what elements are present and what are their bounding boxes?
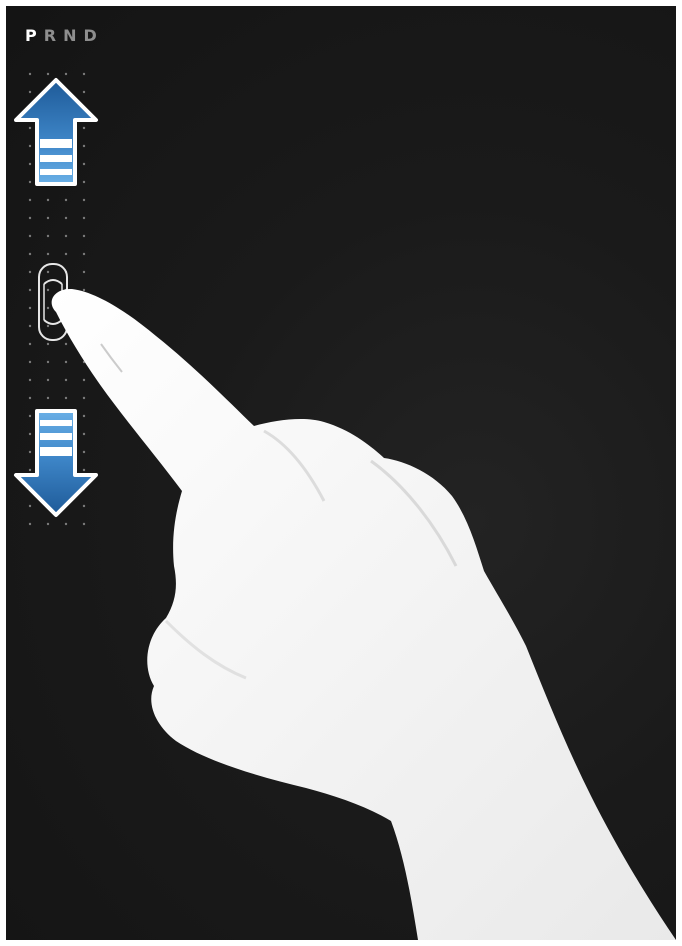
track-dot [64,198,68,202]
track-dot [46,522,50,526]
track-dot [64,342,68,346]
track-dot [46,198,50,202]
hand-image [51,288,676,940]
track-dot [82,378,86,382]
track-dot [28,72,32,76]
track-dot [64,522,68,526]
track-dot [46,360,50,364]
screen: P R N D [6,6,676,940]
track-dot [82,270,86,274]
track-dot [82,216,86,220]
track-dot [64,216,68,220]
track-dot [82,288,86,292]
gear-n[interactable]: N [63,26,78,45]
track-dot [28,306,32,310]
track-dot [82,72,86,76]
track-dot [82,522,86,526]
track-dot [28,378,32,382]
track-dot [64,378,68,382]
track-dot [82,306,86,310]
track-dot [82,360,86,364]
track-dot [64,396,68,400]
track-dot [28,252,32,256]
track-dot [82,342,86,346]
track-dot [28,216,32,220]
car-icon [38,263,68,341]
track-dot [64,252,68,256]
track-dot [28,342,32,346]
track-dot [28,198,32,202]
track-dot [82,252,86,256]
track-dot [82,396,86,400]
track-dot [46,378,50,382]
gear-indicator: P R N D [25,26,99,45]
track-dot [46,72,50,76]
gear-p[interactable]: P [25,26,39,45]
shift-down-button[interactable] [13,408,99,518]
hand-photo [6,6,676,940]
car-icon-wrapper[interactable] [36,262,70,342]
track-dot [82,198,86,202]
track-dot [46,252,50,256]
arrow-up-icon [14,78,98,186]
track-dot [28,234,32,238]
track-dot [64,360,68,364]
shift-up-button[interactable] [13,77,99,187]
track-dot [28,270,32,274]
track-dot [64,72,68,76]
track-dot [82,324,86,328]
track-dot [28,288,32,292]
track-dot [46,216,50,220]
track-dot [28,324,32,328]
gear-r[interactable]: R [44,26,58,45]
track-dot [28,360,32,364]
track-dot [46,234,50,238]
track-dot [28,522,32,526]
arrow-down-icon [14,409,98,517]
track-dot [64,234,68,238]
track-dot [28,396,32,400]
track-dot [46,342,50,346]
track-dot [46,396,50,400]
track-dot [82,234,86,238]
gear-d[interactable]: D [83,26,98,45]
